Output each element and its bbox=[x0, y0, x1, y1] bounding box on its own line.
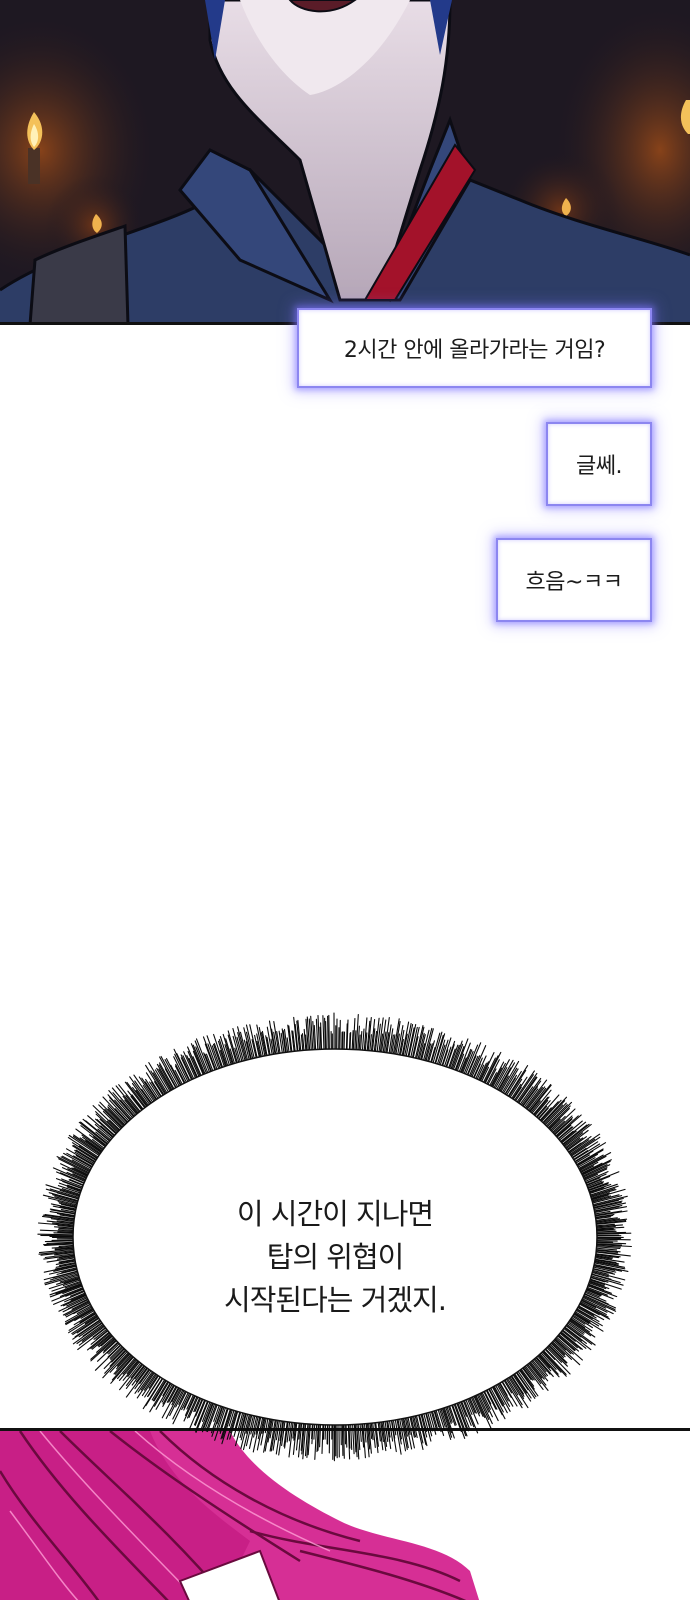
system-message-box: 글쎄. bbox=[546, 422, 652, 506]
bubble-fuzz-stroke bbox=[351, 1421, 355, 1455]
system-message-text: 2시간 안에 올라가라는 거임? bbox=[343, 338, 606, 363]
bubble-fuzz-stroke bbox=[321, 1421, 324, 1455]
thought-line: 시작된다는 거겠지. bbox=[224, 1283, 447, 1317]
system-message-box: 2시간 안에 올라가라는 거임? bbox=[297, 308, 652, 388]
system-message-text: 글쎄. bbox=[576, 454, 622, 479]
bubble-fuzz-stroke bbox=[393, 1021, 401, 1058]
bubble-fuzz-stroke bbox=[328, 1014, 330, 1054]
bubble-fuzz-stroke bbox=[341, 1420, 344, 1457]
system-message-text: 흐음~ㅋㅋ bbox=[525, 570, 623, 595]
thought-bubble-text: 이 시간이 지나면 탑의 위협이 시작된다는 거겠지. bbox=[30, 1193, 640, 1322]
bubble-fuzz-stroke bbox=[342, 1419, 345, 1459]
bubble-fuzz-stroke bbox=[322, 1015, 325, 1055]
top-comic-panel bbox=[0, 0, 690, 325]
thought-line: 탑의 위협이 bbox=[266, 1240, 405, 1274]
thought-line: 이 시간이 지나면 bbox=[236, 1197, 434, 1231]
system-message-box: 흐음~ㅋㅋ bbox=[496, 538, 652, 622]
top-panel-artwork bbox=[0, 0, 690, 322]
thought-bubble: 이 시간이 지나면 탑의 위협이 시작된다는 거겠지. bbox=[30, 1008, 640, 1466]
